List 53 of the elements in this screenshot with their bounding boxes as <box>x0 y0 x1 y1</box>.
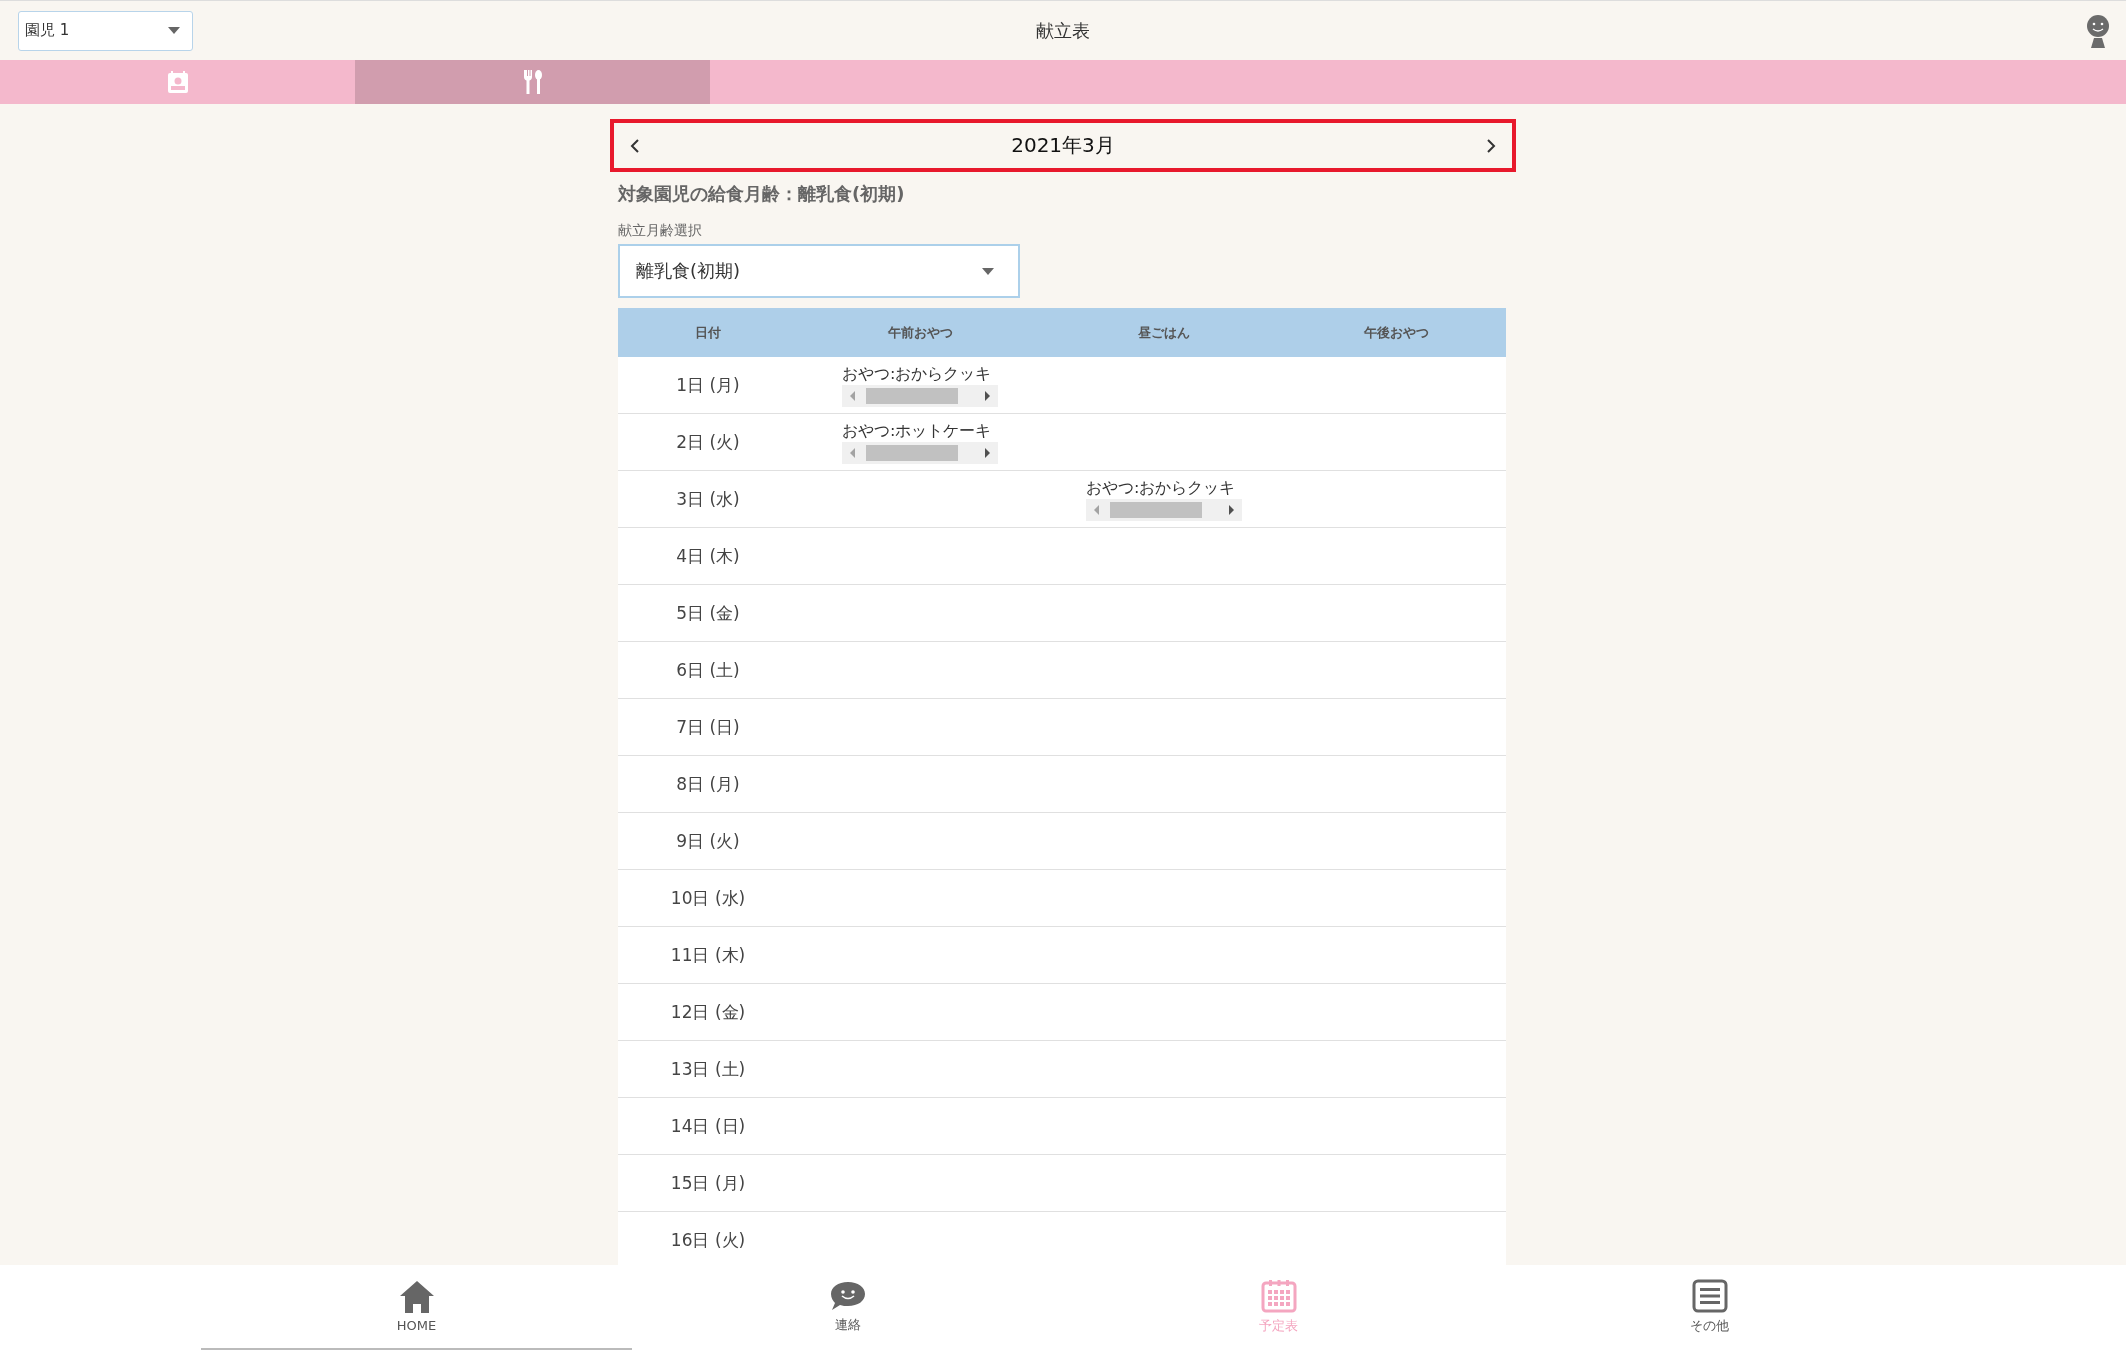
calendar-icon <box>1260 1278 1297 1313</box>
chat-icon <box>828 1279 867 1312</box>
child-select-value: 園児 1 <box>25 21 70 40</box>
age-select[interactable]: 離乳食(初期) <box>618 244 1020 298</box>
user-avatar-icon[interactable] <box>2084 13 2112 48</box>
horizontal-scrollbar[interactable] <box>842 384 998 407</box>
dropdown-caret-icon <box>168 27 180 34</box>
column-header: 午後おやつ <box>1362 323 1430 342</box>
home-icon <box>398 1280 435 1314</box>
menu-item-text: おやつ:ホットケーキ <box>842 420 993 442</box>
date-cell-text: 5日 (金) <box>675 601 741 625</box>
date-cell-text: 2日 (火) <box>675 430 741 454</box>
horizontal-scrollbar[interactable] <box>1086 498 1242 521</box>
date-cell-text: 1日 (月) <box>675 373 741 397</box>
date-cell-text: 11日 (木) <box>669 943 747 967</box>
age-info-text: 対象園児の給食月齢：離乳食(初期) <box>618 182 906 206</box>
tab[interactable] <box>355 60 710 104</box>
date-cell-text: 3日 (水) <box>675 487 741 511</box>
date-cell-text: 4日 (木) <box>675 544 741 568</box>
date-cell-text: 10日 (水) <box>669 886 747 910</box>
date-cell-text: 9日 (火) <box>675 829 741 853</box>
date-cell-text: 13日 (土) <box>669 1057 747 1081</box>
column-header: 昼ごはん <box>1137 323 1191 342</box>
nav-label: HOME <box>396 1318 437 1333</box>
date-cell-text: 6日 (土) <box>675 658 741 682</box>
column-header: 日付 <box>694 323 722 342</box>
bottom-nav-item[interactable]: 連絡 <box>632 1265 1063 1350</box>
menu-item-text: おやつ:おからクッキ <box>842 363 993 385</box>
horizontal-scrollbar[interactable] <box>842 441 998 464</box>
date-cell-text: 12日 (金) <box>669 1000 747 1024</box>
menu-icon <box>1691 1278 1728 1313</box>
dropdown-caret-icon <box>982 267 994 275</box>
bottom-nav-item[interactable]: その他 <box>1494 1265 1925 1350</box>
calendar-icon <box>165 70 190 94</box>
column-header: 午前おやつ <box>886 323 954 342</box>
date-cell-text: 16日 (火) <box>669 1228 747 1252</box>
nav-label: その他 <box>1690 1316 1729 1335</box>
month-label: 2021年3月 <box>1011 132 1115 159</box>
fork-spoon-icon <box>521 69 544 95</box>
date-cell-text: 15日 (月) <box>669 1171 747 1195</box>
chevron-left-icon <box>630 137 640 154</box>
menu-item-text: おやつ:おからクッキ <box>1086 477 1237 499</box>
bottom-nav-item[interactable]: HOME <box>201 1265 632 1350</box>
page-title: 献立表 <box>1036 18 1090 43</box>
chevron-right-icon <box>1486 137 1496 154</box>
age-select-value: 離乳食(初期) <box>636 259 741 283</box>
nav-label: 予定表 <box>1259 1316 1298 1335</box>
child-select[interactable]: 園児 1 <box>18 10 193 51</box>
field-label: 献立月齢選択 <box>618 222 703 240</box>
date-cell-text: 8日 (月) <box>675 772 741 796</box>
nav-label: 連絡 <box>834 1315 861 1334</box>
date-cell-text: 14日 (日) <box>669 1114 747 1138</box>
date-cell-text: 7日 (日) <box>675 715 741 739</box>
